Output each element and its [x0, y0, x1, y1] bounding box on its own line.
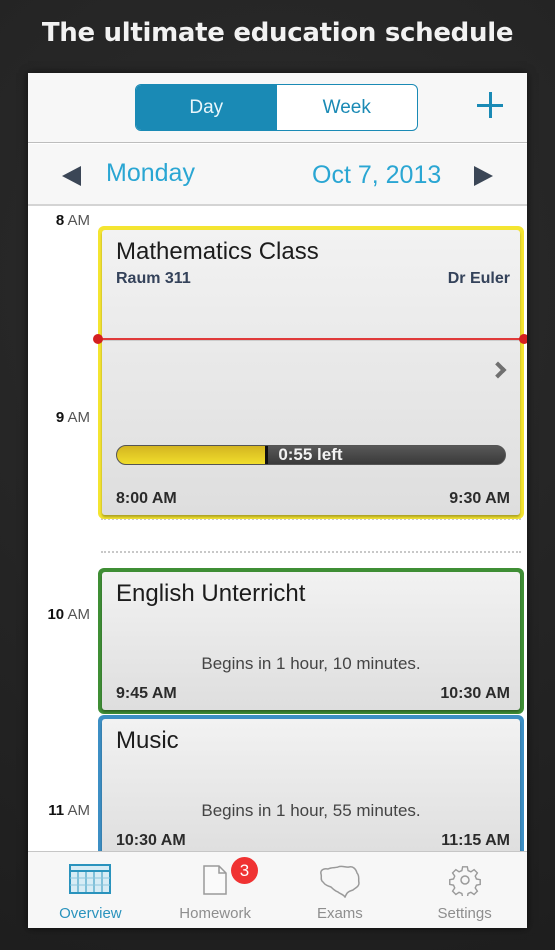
triangle-right-icon[interactable]: [474, 166, 493, 186]
hour-suffix: AM: [67, 802, 91, 819]
event-room: Raum 311: [116, 270, 191, 287]
event-title: English Unterricht: [116, 580, 306, 607]
event-title: Mathematics Class: [116, 238, 319, 265]
calendar-grid-icon: [69, 864, 112, 894]
headline: The ultimate education schedule: [41, 18, 514, 48]
current-time-line: [98, 338, 527, 340]
brain-icon: [319, 865, 360, 898]
event-status: Begins in 1 hour, 55 minutes.: [201, 801, 421, 820]
event-teacher: Dr Euler: [447, 270, 510, 287]
event-card-body: Music Begins in 1 hour, 55 minutes. 10:3…: [102, 719, 520, 857]
lesson-progress-bar: 0:55 left: [116, 445, 506, 465]
tab-exams[interactable]: Exams: [278, 852, 403, 928]
current-time-dot-left: [93, 334, 103, 344]
day-timeline[interactable]: 8 AM 9 AM 10 AM 11 AM Mathematics Class …: [28, 208, 527, 861]
current-time-dot-right: [519, 334, 527, 344]
hour-label: 8 AM: [28, 212, 90, 229]
tab-label: Exams: [316, 905, 363, 922]
tab-label: Overview: [59, 905, 122, 922]
event-status: Begins in 1 hour, 10 minutes.: [201, 654, 421, 673]
hour-label: 11 AM: [28, 802, 90, 819]
tab-settings[interactable]: Settings: [402, 852, 527, 928]
hour-number: 8: [55, 212, 65, 229]
hour-suffix: AM: [67, 606, 91, 623]
hour-label: 9 AM: [28, 409, 90, 426]
hour-suffix: AM: [67, 212, 91, 229]
tab-bar: Overview Homework Exams Settings 3: [28, 851, 527, 928]
progress-fill: [117, 446, 269, 464]
tab-homework[interactable]: Homework: [153, 852, 278, 928]
segment-day[interactable]: Day: [136, 85, 277, 130]
half-hour-divider: [101, 551, 521, 553]
event-start-time: 9:45 AM: [116, 685, 177, 702]
event-end-time: 10:30 AM: [440, 685, 510, 702]
gear-icon: [448, 866, 481, 896]
document-icon: [203, 865, 227, 895]
tab-overview[interactable]: Overview: [28, 852, 153, 928]
tab-label: Homework: [179, 905, 251, 922]
hour-number: 9: [55, 409, 65, 426]
hour-number: 10: [47, 606, 65, 623]
event-start-time: 10:30 AM: [116, 832, 186, 849]
event-card-body: English Unterricht Begins in 1 hour, 10 …: [102, 572, 520, 710]
event-card-english[interactable]: English Unterricht Begins in 1 hour, 10 …: [98, 568, 524, 714]
chevron-right-icon[interactable]: [489, 361, 507, 379]
event-card-mathematics[interactable]: Mathematics Class Raum 311 Dr Euler 0:55…: [98, 226, 524, 519]
segment-week[interactable]: Week: [277, 85, 418, 130]
hour-number: 11: [48, 802, 65, 819]
hour-label: 10 AM: [28, 606, 90, 623]
event-title: Music: [116, 727, 179, 754]
plus-icon[interactable]: [476, 90, 506, 120]
date-navigation-bar: Monday Oct 7, 2013: [28, 144, 527, 206]
progress-remaining-text: 0:55 left: [278, 445, 343, 464]
date-label[interactable]: Oct 7, 2013: [312, 161, 441, 190]
tab-label: Settings: [437, 905, 492, 922]
nav-bar: Day Week: [28, 73, 527, 143]
event-end-time: 11:15 AM: [441, 832, 510, 849]
event-card-body: Mathematics Class Raum 311 Dr Euler 0:55…: [102, 230, 520, 515]
triangle-left-icon[interactable]: [62, 166, 81, 186]
event-end-time: 9:30 AM: [449, 490, 510, 507]
event-start-time: 8:00 AM: [116, 490, 177, 507]
homework-badge: 3: [231, 857, 258, 884]
view-mode-segmented-control: Day Week: [135, 84, 418, 131]
hour-suffix: AM: [67, 409, 91, 426]
event-card-music[interactable]: Music Begins in 1 hour, 55 minutes. 10:3…: [98, 715, 524, 861]
weekday-label[interactable]: Monday: [106, 159, 195, 188]
app-screen: Day Week Monday Oct 7, 2013 8 AM 9 AM 10…: [28, 73, 527, 928]
